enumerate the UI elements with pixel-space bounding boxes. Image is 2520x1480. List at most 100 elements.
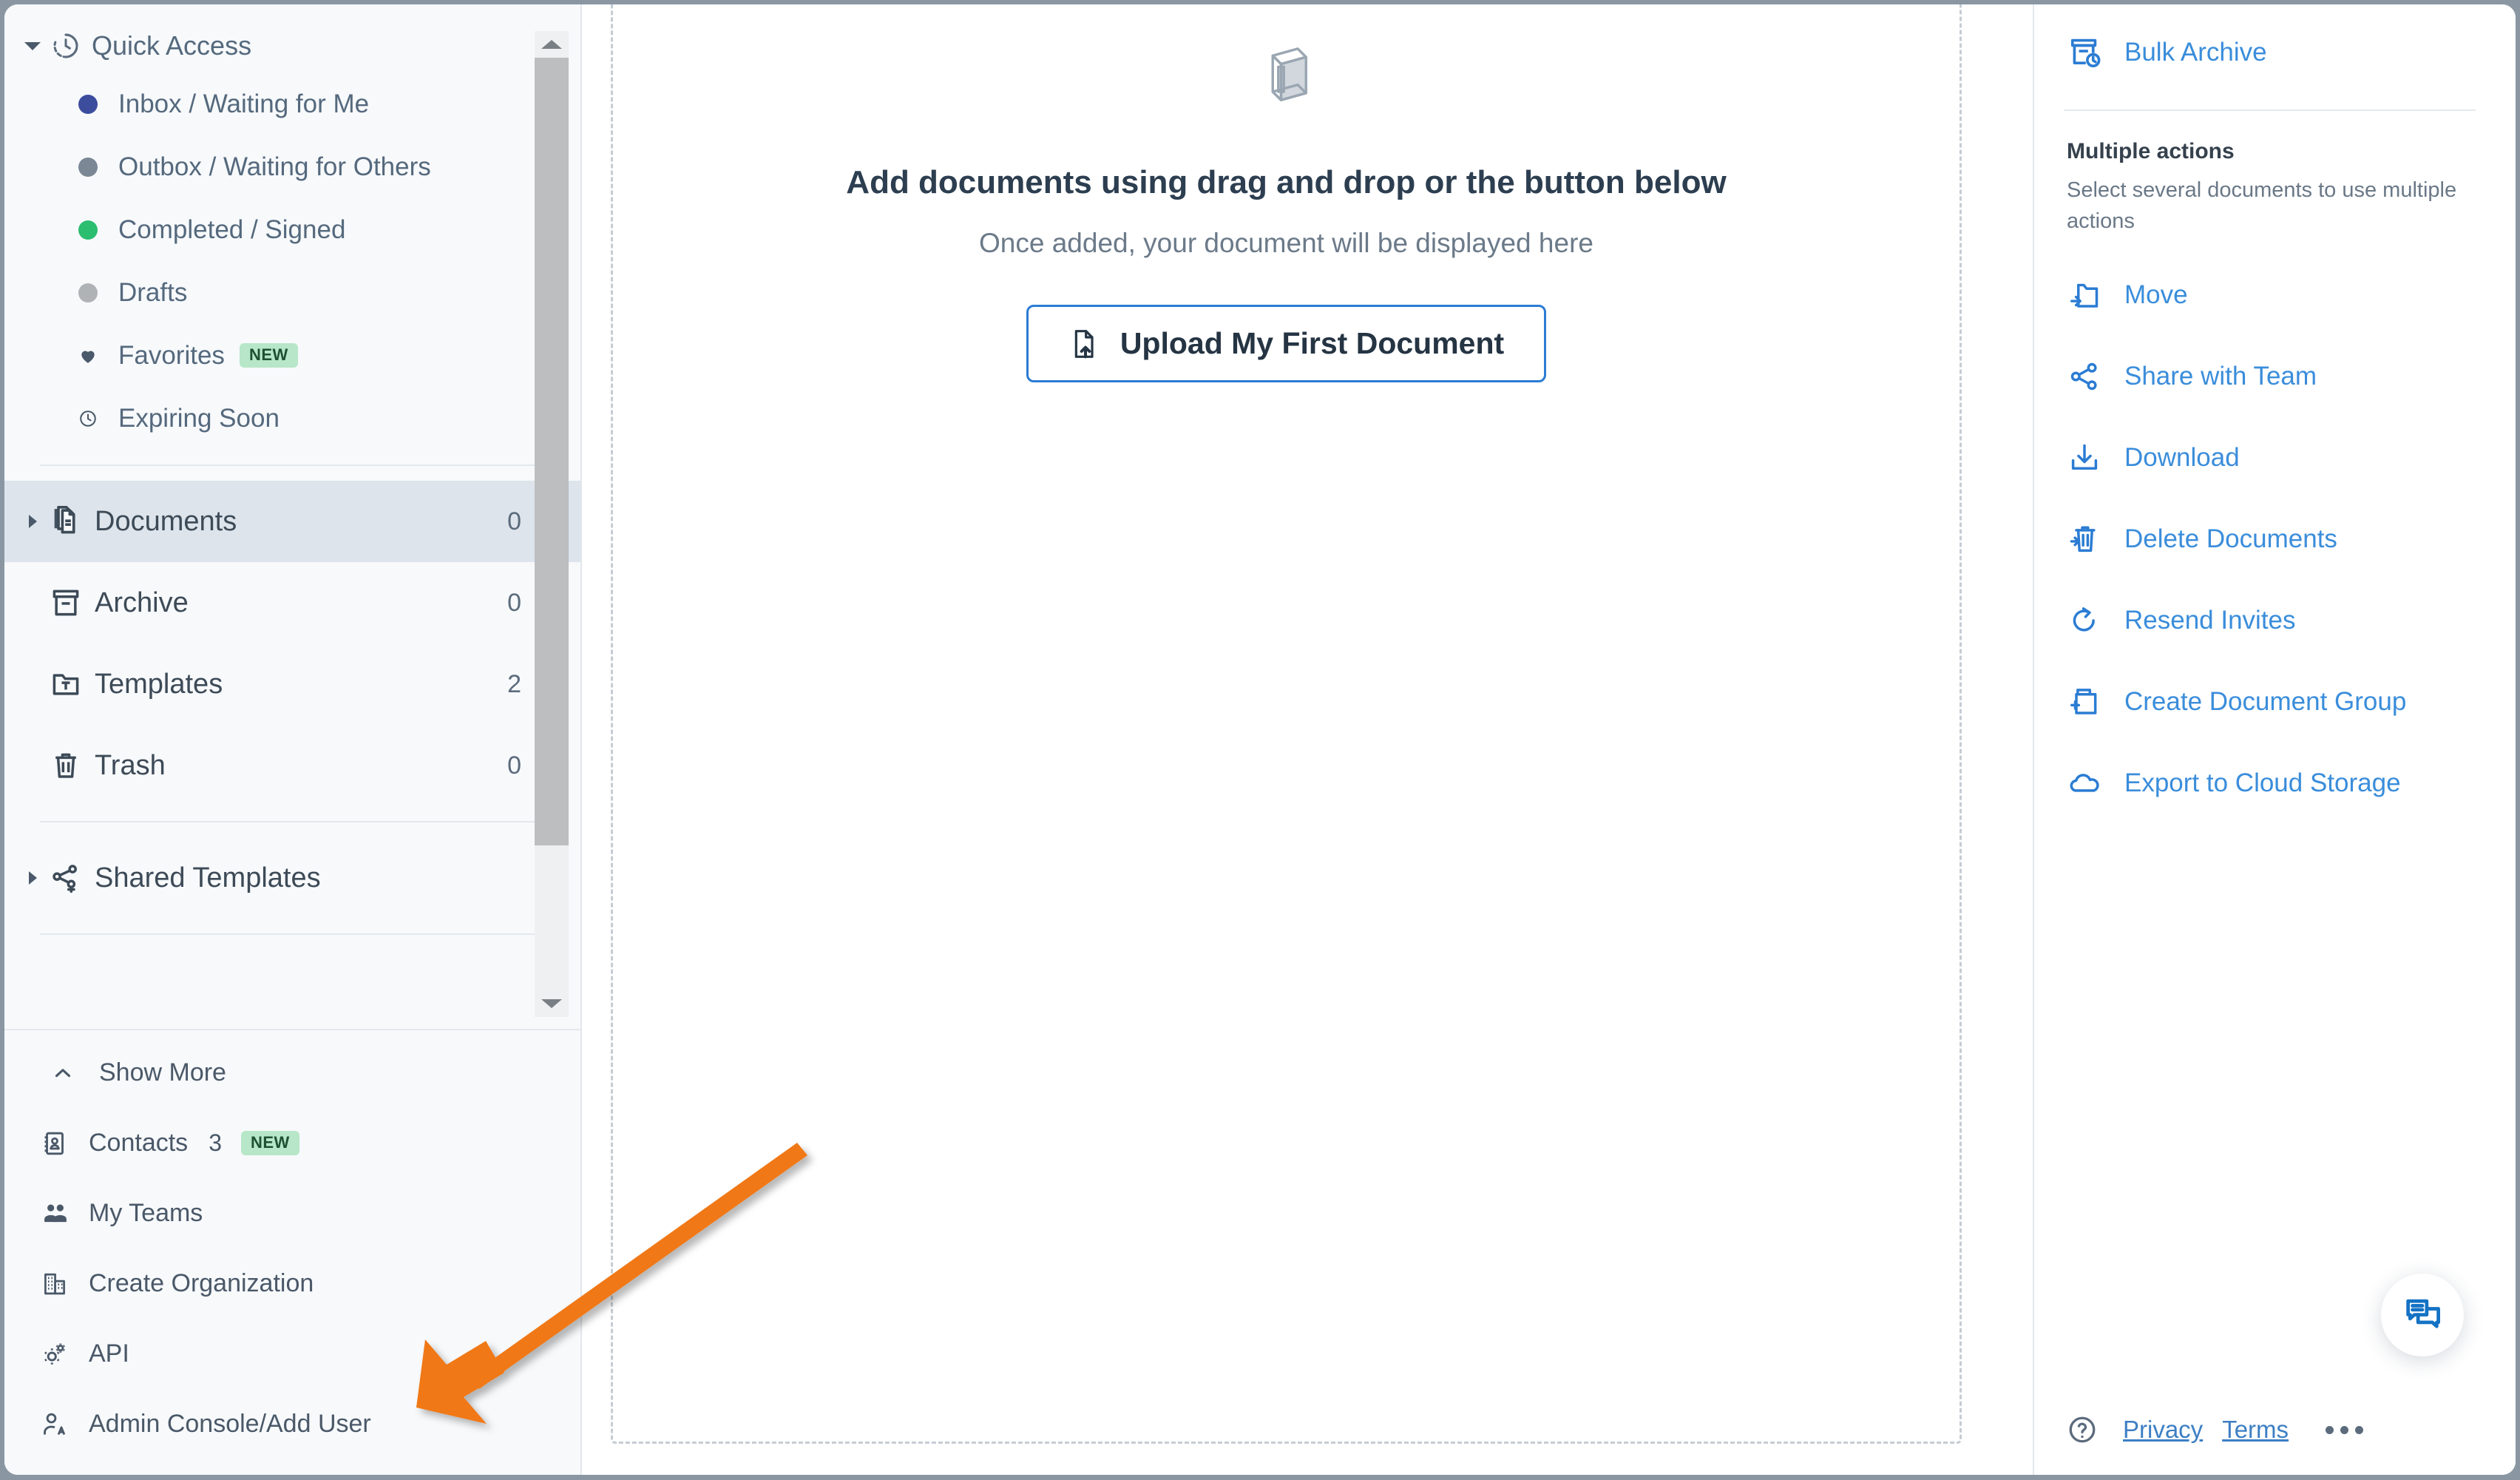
empty-box-icon <box>1242 36 1331 129</box>
privacy-link[interactable]: Privacy <box>2123 1416 2203 1444</box>
page-title: Add documents using drag and drop or the… <box>846 164 1727 200</box>
sidebar-item-my-teams[interactable]: My Teams <box>4 1178 580 1248</box>
template-folder-icon <box>44 668 87 700</box>
sidebar-item-admin-console-add-user[interactable]: Admin Console/Add User <box>4 1389 580 1459</box>
action-resend-invites[interactable]: Resend Invites <box>2034 580 2516 661</box>
sidebar-item-shared-templates[interactable]: Shared Templates <box>4 837 580 919</box>
help-circle-icon[interactable] <box>2067 1414 2104 1445</box>
multiple-actions-description: Select several documents to use multiple… <box>2067 178 2457 234</box>
upload-first-document-button[interactable]: Upload My First Document <box>1026 305 1547 382</box>
dot-icon <box>78 283 98 303</box>
sidebar-item-api[interactable]: API <box>4 1319 580 1389</box>
sidebar-item-label: Admin Console/Add User <box>89 1410 371 1438</box>
right-actions-panel: Bulk Archive Multiple actions Select sev… <box>2033 4 2516 1475</box>
organization-icon <box>41 1271 78 1297</box>
resend-refresh-icon <box>2068 604 2113 637</box>
sidebar-item-label: Documents <box>95 505 237 537</box>
sidebar-item-count: 3 <box>209 1129 222 1156</box>
sidebar-item-outbox[interactable]: Outbox / Waiting for Others <box>4 135 580 198</box>
scroll-up-arrow-icon[interactable] <box>535 31 569 58</box>
action-label: Move <box>2124 280 2188 310</box>
share-icon <box>2068 360 2113 393</box>
sidebar-item-completed[interactable]: Completed / Signed <box>4 198 580 261</box>
sidebar-item-label: Completed / Signed <box>118 214 346 244</box>
main-content-area: Add documents using drag and drop or the… <box>582 4 2033 1475</box>
sidebar-item-label: Drafts <box>118 277 188 307</box>
bulk-archive-button[interactable]: Bulk Archive <box>2034 12 2516 93</box>
status-badge: NEW <box>240 1131 299 1155</box>
chevron-right-icon[interactable] <box>21 871 44 885</box>
quick-access-label: Quick Access <box>92 30 252 61</box>
sidebar-item-label: Create Organization <box>89 1269 314 1297</box>
sidebar-item-label: Archive <box>95 587 189 618</box>
contacts-icon <box>41 1130 78 1157</box>
action-label: Download <box>2124 443 2240 473</box>
sidebar-scrollbar-thumb[interactable] <box>535 58 569 845</box>
sidebar-item-expiring-soon[interactable]: Expiring Soon <box>4 387 580 450</box>
sidebar-item-label: My Teams <box>89 1199 203 1227</box>
cloud-icon <box>2068 767 2113 800</box>
action-create-document-group[interactable]: Create Document Group <box>2034 661 2516 743</box>
action-share-with-team[interactable]: Share with Team <box>2034 336 2516 417</box>
terms-link[interactable]: Terms <box>2222 1416 2289 1444</box>
sidebar-scroll-region: Quick Access Inbox / Waiting for Me Outb… <box>4 4 580 1029</box>
sidebar-item-templates[interactable]: Templates 2 <box>4 643 580 725</box>
multiple-actions-list: Move Share with Team Download Delete Doc… <box>2034 254 2516 824</box>
show-more-label: Show More <box>99 1058 226 1087</box>
action-move[interactable]: Move <box>2034 254 2516 336</box>
sidebar-item-favorites[interactable]: Favorites NEW <box>4 324 580 387</box>
divider <box>40 933 549 935</box>
action-label: Resend Invites <box>2124 606 2296 635</box>
archive-icon <box>44 587 87 619</box>
bulk-archive-icon <box>2068 36 2113 70</box>
chevron-right-icon[interactable] <box>21 515 44 528</box>
divider <box>40 464 549 466</box>
sidebar-item-archive[interactable]: Archive 0 <box>4 562 580 643</box>
history-clock-icon <box>44 31 87 61</box>
action-label: Export to Cloud Storage <box>2124 768 2401 798</box>
sidebar-item-label: Trash <box>95 749 166 781</box>
sidebar-item-label: API <box>89 1339 129 1368</box>
chat-documents-icon <box>2402 1295 2442 1335</box>
action-label: Create Document Group <box>2124 687 2407 717</box>
sidebar-bottom-section: Show More Contacts 3 NEW My Teams Create… <box>4 1029 580 1475</box>
action-download[interactable]: Download <box>2034 417 2516 499</box>
sidebar-item-label: Contacts <box>89 1129 189 1157</box>
action-export-to-cloud-storage[interactable]: Export to Cloud Storage <box>2034 743 2516 824</box>
dot-icon <box>78 157 98 177</box>
move-folder-icon <box>2068 279 2113 311</box>
trash-icon <box>44 749 87 782</box>
page-subtitle: Once added, your document will be displa… <box>979 228 1593 258</box>
app-window: Quick Access Inbox / Waiting for Me Outb… <box>4 4 2516 1475</box>
action-label: Share with Team <box>2124 362 2317 391</box>
scroll-down-arrow-icon[interactable] <box>535 990 569 1017</box>
action-delete-documents[interactable]: Delete Documents <box>2034 499 2516 580</box>
sidebar-item-contacts[interactable]: Contacts 3 NEW <box>4 1108 580 1178</box>
sidebar-item-count: 2 <box>507 669 521 698</box>
sidebar-item-count: 0 <box>507 507 521 535</box>
panel-footer: Privacy Terms <box>2034 1414 2516 1445</box>
dot-icon <box>78 94 98 114</box>
api-gear-icon <box>41 1341 78 1368</box>
sidebar-item-inbox[interactable]: Inbox / Waiting for Me <box>4 72 580 135</box>
sidebar-item-create-organization[interactable]: Create Organization <box>4 1248 580 1319</box>
sidebar-item-documents[interactable]: Documents 0 <box>4 481 580 562</box>
teams-icon <box>41 1200 78 1228</box>
sidebar-item-label: Shared Templates <box>95 862 321 893</box>
sidebar-item-count: 0 <box>507 751 521 780</box>
sidebar-item-trash[interactable]: Trash 0 <box>4 725 580 806</box>
sidebar-item-count: 0 <box>507 588 521 617</box>
ellipsis-icon[interactable] <box>2326 1425 2364 1434</box>
chevron-down-icon[interactable] <box>21 41 44 50</box>
status-badge: NEW <box>239 343 298 368</box>
chat-documents-fab[interactable] <box>2381 1274 2464 1356</box>
show-more-button[interactable]: Show More <box>4 1038 580 1108</box>
sidebar-item-drafts[interactable]: Drafts <box>4 261 580 324</box>
dot-icon <box>78 220 98 240</box>
upload-file-icon <box>1068 328 1101 360</box>
chevron-up-icon[interactable] <box>50 1061 87 1086</box>
bulk-archive-label: Bulk Archive <box>2124 38 2267 67</box>
document-dropzone[interactable]: Add documents using drag and drop or the… <box>611 4 1962 1444</box>
documents-icon <box>44 504 87 538</box>
sidebar-section-quick-access[interactable]: Quick Access <box>4 19 580 72</box>
